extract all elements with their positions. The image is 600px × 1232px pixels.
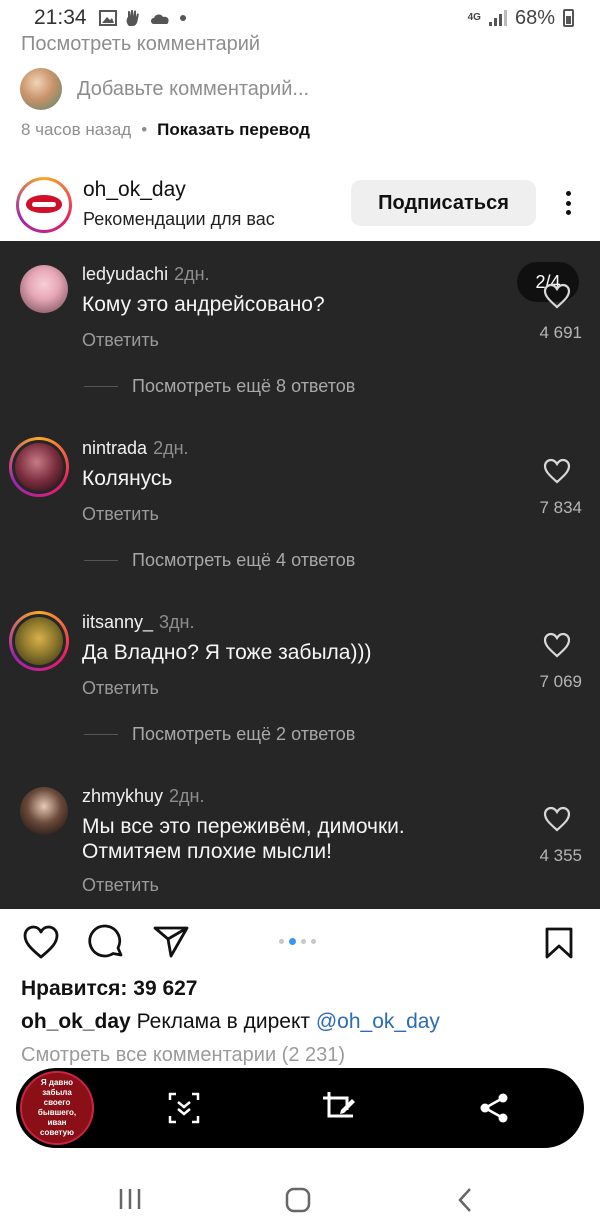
separator: • [141, 120, 148, 139]
reply-button[interactable]: Ответить [82, 875, 159, 896]
battery-icon [563, 9, 574, 27]
follow-button[interactable]: Подписаться [351, 180, 536, 226]
caption-username[interactable]: oh_ok_day [21, 1010, 131, 1033]
post-username[interactable]: oh_ok_day [83, 178, 186, 202]
comment-text: Мы все это переживём, димочки. Отмитяем … [82, 815, 405, 863]
recent-apps-icon[interactable] [117, 1186, 143, 1212]
reply-button[interactable]: Ответить [82, 504, 159, 525]
post-header: oh_ok_day Рекомендации для вас Подписать… [0, 172, 600, 236]
avatar [20, 68, 62, 110]
crop-edit-icon[interactable] [321, 1090, 357, 1126]
like-count: 7 069 [539, 672, 582, 691]
status-time: 21:34 [34, 6, 87, 29]
divider [84, 560, 118, 561]
comment-avatar[interactable] [9, 437, 69, 497]
comment-text: Колянусь [82, 467, 173, 490]
add-comment-row[interactable]: Добавьте комментарий... [20, 68, 309, 110]
more-options-icon[interactable] [556, 188, 580, 218]
comment-avatar[interactable] [20, 265, 68, 313]
view-comment-link[interactable]: Посмотреть комментарий [21, 33, 260, 56]
lips-logo-icon [22, 183, 66, 227]
post-subtitle: Рекомендации для вас [83, 209, 275, 229]
divider [84, 386, 118, 387]
cloud-icon [150, 14, 169, 24]
status-bar: 21:34 4G 68% [0, 0, 600, 36]
reply-button[interactable]: Ответить [82, 678, 159, 699]
comment-avatar[interactable] [20, 787, 68, 835]
like-count: 4 691 [539, 323, 582, 342]
home-icon[interactable] [284, 1186, 312, 1214]
post-caption: oh_ok_day Реклама в директ @oh_ok_day [21, 1010, 440, 1034]
likes-count[interactable]: Нравится: 39 627 [21, 977, 198, 1001]
hand-icon [126, 9, 139, 26]
reply-button[interactable]: Ответить [82, 330, 159, 351]
comment-username[interactable]: nintrada [82, 438, 147, 458]
heart-icon[interactable] [543, 806, 571, 832]
like-icon[interactable] [22, 924, 60, 960]
comment-avatar[interactable] [9, 611, 69, 671]
comment-username[interactable]: ledyudachi [82, 264, 168, 284]
add-comment-input[interactable]: Добавьте комментарий... [77, 78, 309, 101]
post-meta: 8 часов назад • Показать перевод [21, 120, 310, 140]
comment-text: Да Владно? Я тоже забыла))) [82, 641, 372, 664]
more-replies-label: Посмотреть ещё 4 ответов [132, 550, 356, 570]
more-replies-label: Посмотреть ещё 8 ответов [132, 376, 356, 396]
more-replies-link[interactable]: Посмотреть ещё 2 ответов [84, 724, 355, 745]
share-icon[interactable] [152, 925, 190, 959]
system-nav-bar [0, 1170, 600, 1232]
comment-icon[interactable] [88, 924, 126, 960]
heart-icon[interactable] [543, 632, 571, 658]
like-count: 4 355 [539, 846, 582, 865]
scroll-capture-icon[interactable] [166, 1090, 202, 1126]
share-icon[interactable] [476, 1090, 512, 1126]
post-actions [0, 922, 600, 966]
like-count: 7 834 [539, 498, 582, 517]
comment-time: 3дн. [159, 612, 195, 632]
caption-text: Реклама в директ [136, 1010, 311, 1033]
view-all-comments-link[interactable]: Смотреть все комментарии (2 231) [21, 1044, 345, 1067]
back-icon[interactable] [455, 1186, 475, 1214]
show-translation-link[interactable]: Показать перевод [157, 120, 310, 140]
divider [84, 734, 118, 735]
network-label: 4G [467, 12, 481, 23]
image-icon [98, 10, 117, 26]
comment-username[interactable]: zhmykhuy [82, 786, 163, 806]
time-ago: 8 часов назад [21, 120, 132, 139]
bookmark-icon[interactable] [544, 926, 574, 960]
profile-avatar[interactable] [16, 177, 72, 233]
caption-mention[interactable]: @oh_ok_day [316, 1010, 440, 1033]
more-replies-link[interactable]: Посмотреть ещё 8 ответов [84, 376, 355, 397]
comment-username[interactable]: iitsanny_ [82, 612, 153, 632]
comment-time: 2дн. [174, 264, 210, 284]
comment-time: 2дн. [153, 438, 189, 458]
heart-icon[interactable] [543, 458, 571, 484]
heart-icon[interactable] [543, 283, 571, 309]
more-replies-link[interactable]: Посмотреть ещё 4 ответов [84, 550, 355, 571]
dot-icon [179, 15, 186, 21]
screenshot-toolbar: Я давно забыла своего бывшего, иван сове… [16, 1068, 584, 1148]
screenshot-thumbnail[interactable]: Я давно забыла своего бывшего, иван сове… [20, 1071, 94, 1145]
carousel-image[interactable]: 2/4 ledyudachi 2дн. Кому это андрейсовано… [0, 241, 600, 909]
more-replies-label: Посмотреть ещё 2 ответов [132, 724, 356, 744]
signal-icon [488, 10, 507, 26]
comment-time: 2дн. [169, 786, 205, 806]
comment-text: Кому это андрейсовано? [82, 293, 325, 316]
carousel-dots [279, 938, 316, 945]
battery-label: 68% [514, 6, 555, 29]
